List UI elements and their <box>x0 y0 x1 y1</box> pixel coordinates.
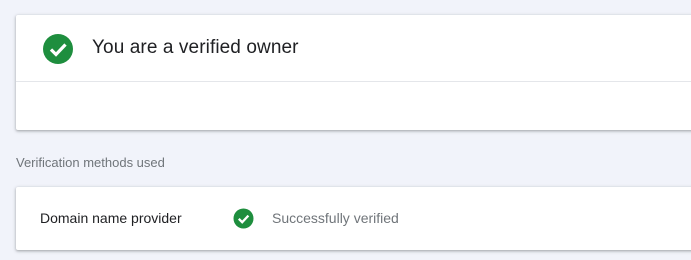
verified-owner-body <box>16 82 691 130</box>
verified-owner-title: You are a verified owner <box>92 37 299 58</box>
verification-method-name: Domain name provider <box>40 210 182 226</box>
verified-owner-header: You are a verified owner <box>16 15 691 82</box>
verification-method-status: Successfully verified <box>272 210 399 226</box>
verification-methods-label: Verification methods used <box>16 155 165 170</box>
check-circle-icon <box>233 208 254 229</box>
verification-methods-card: Domain name provider Successfully verifi… <box>16 187 691 250</box>
verified-owner-card: You are a verified owner <box>16 15 691 130</box>
check-circle-icon <box>42 33 74 65</box>
